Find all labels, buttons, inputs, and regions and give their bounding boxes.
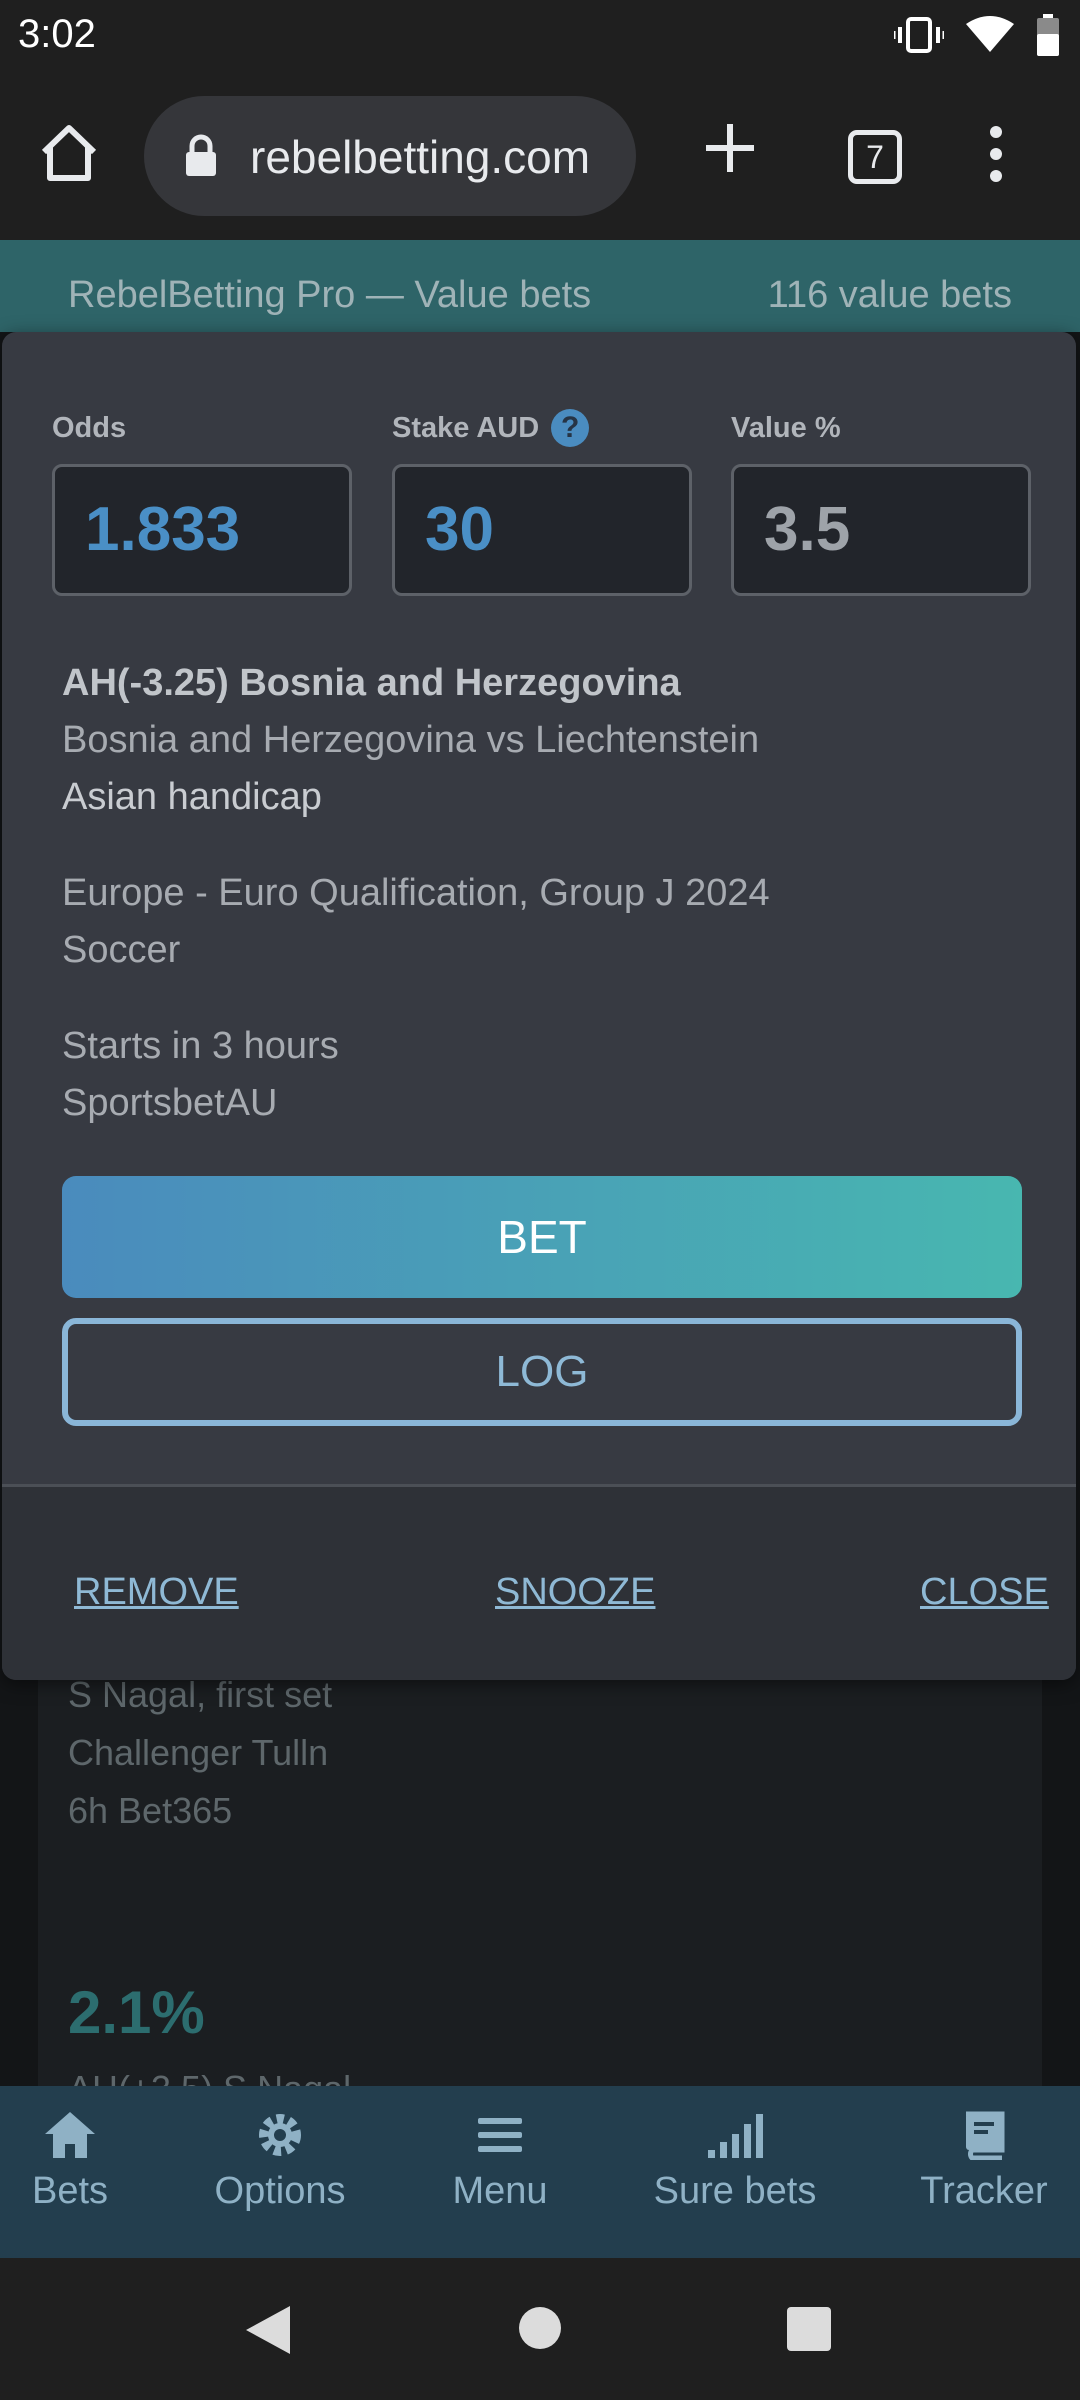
card-selection: AH(+3.5) S Nagal [68,2068,351,2086]
stake-label: Stake AUD ? [392,404,692,452]
help-icon[interactable]: ? [551,409,590,447]
menu-icon [478,2118,522,2152]
nav-tracker[interactable]: Tracker [884,2110,1080,2213]
bookmaker-name: SportsbetAU [62,1082,278,1124]
remove-link[interactable]: REMOVE [74,1571,239,1614]
tab-switcher-button[interactable]: 7 [848,130,902,184]
home-circle-icon[interactable] [518,2306,562,2350]
value-field: Value % 3.5 [731,404,1031,596]
recents-icon[interactable] [786,2306,832,2352]
new-tab-button[interactable] [700,118,768,186]
book-icon [966,2111,1005,2160]
nav-options[interactable]: Options [180,2110,380,2213]
status-bar: 3:02 [0,0,1080,72]
vibrate-icon [894,17,944,53]
browser-toolbar: rebelbetting.com 7 [0,72,1080,240]
wifi-icon [966,16,1014,52]
close-link[interactable]: CLOSE [920,1571,1049,1614]
signal-bars-icon [708,2114,763,2158]
home-icon [41,125,97,181]
lock-icon [186,134,216,176]
system-navigation-bar [0,2258,1080,2400]
card-competition: Challenger Tulln [68,1732,329,1773]
match-name: Bosnia and Herzegovina vs Liechtenstein [62,719,760,761]
browser-menu-button[interactable] [972,124,1020,192]
log-button[interactable]: LOG [62,1318,1022,1426]
nav-bets[interactable]: Bets [0,2110,170,2213]
dialog-footer: REMOVE SNOOZE CLOSE [2,1487,1076,1680]
sport-name: Soccer [62,929,181,971]
start-time: Starts in 3 hours [62,1025,339,1067]
card-time-bookmaker: 6h Bet365 [68,1790,233,1831]
back-icon[interactable] [244,2304,292,2356]
status-icons [894,14,1060,56]
value-bet-count: 116 value bets [767,274,1012,316]
odds-input[interactable]: 1.833 [52,464,352,596]
screen: 3:02 rebelbetting.com 7 RebelBetting Pro… [0,0,1080,2400]
card-value-percent: 2.1% [68,1979,205,2046]
page-header: RebelBetting Pro — Value bets 116 value … [0,240,1080,332]
url-text: rebelbetting.com [250,131,591,183]
bet-selection: AH(-3.25) Bosnia and Herzegovina [62,662,681,704]
value-input[interactable]: 3.5 [731,464,1031,596]
bet-dialog: Odds 1.833 Stake AUD ? 30 Value % 3.5 AH… [2,332,1076,1680]
battery-icon [1037,14,1059,56]
home-icon [45,2112,95,2158]
stake-field: Stake AUD ? 30 [392,404,692,596]
more-vert-icon [990,126,1002,182]
value-label: Value % [731,411,841,444]
competition-name: Europe - Euro Qualification, Group J 202… [62,872,770,914]
home-button[interactable] [38,122,108,192]
snooze-link[interactable]: SNOOZE [495,1571,655,1614]
gear-icon [259,2114,301,2156]
nav-menu[interactable]: Menu [400,2110,600,2213]
odds-field: Odds 1.833 [52,404,352,596]
bet-button[interactable]: BET [62,1176,1022,1298]
stake-input[interactable]: 30 [392,464,692,596]
market-type: Asian handicap [62,776,322,818]
odds-label: Odds [52,411,127,444]
status-time: 3:02 [18,12,96,56]
address-bar[interactable]: rebelbetting.com [144,96,636,216]
bottom-navigation: Bets Options Menu Sure bets Tracker [0,2086,1080,2258]
page-title: RebelBetting Pro — Value bets [68,274,592,316]
card-selection: S Nagal, first set [68,1674,333,1715]
plus-icon [706,124,754,172]
nav-sure-bets[interactable]: Sure bets [635,2110,835,2213]
